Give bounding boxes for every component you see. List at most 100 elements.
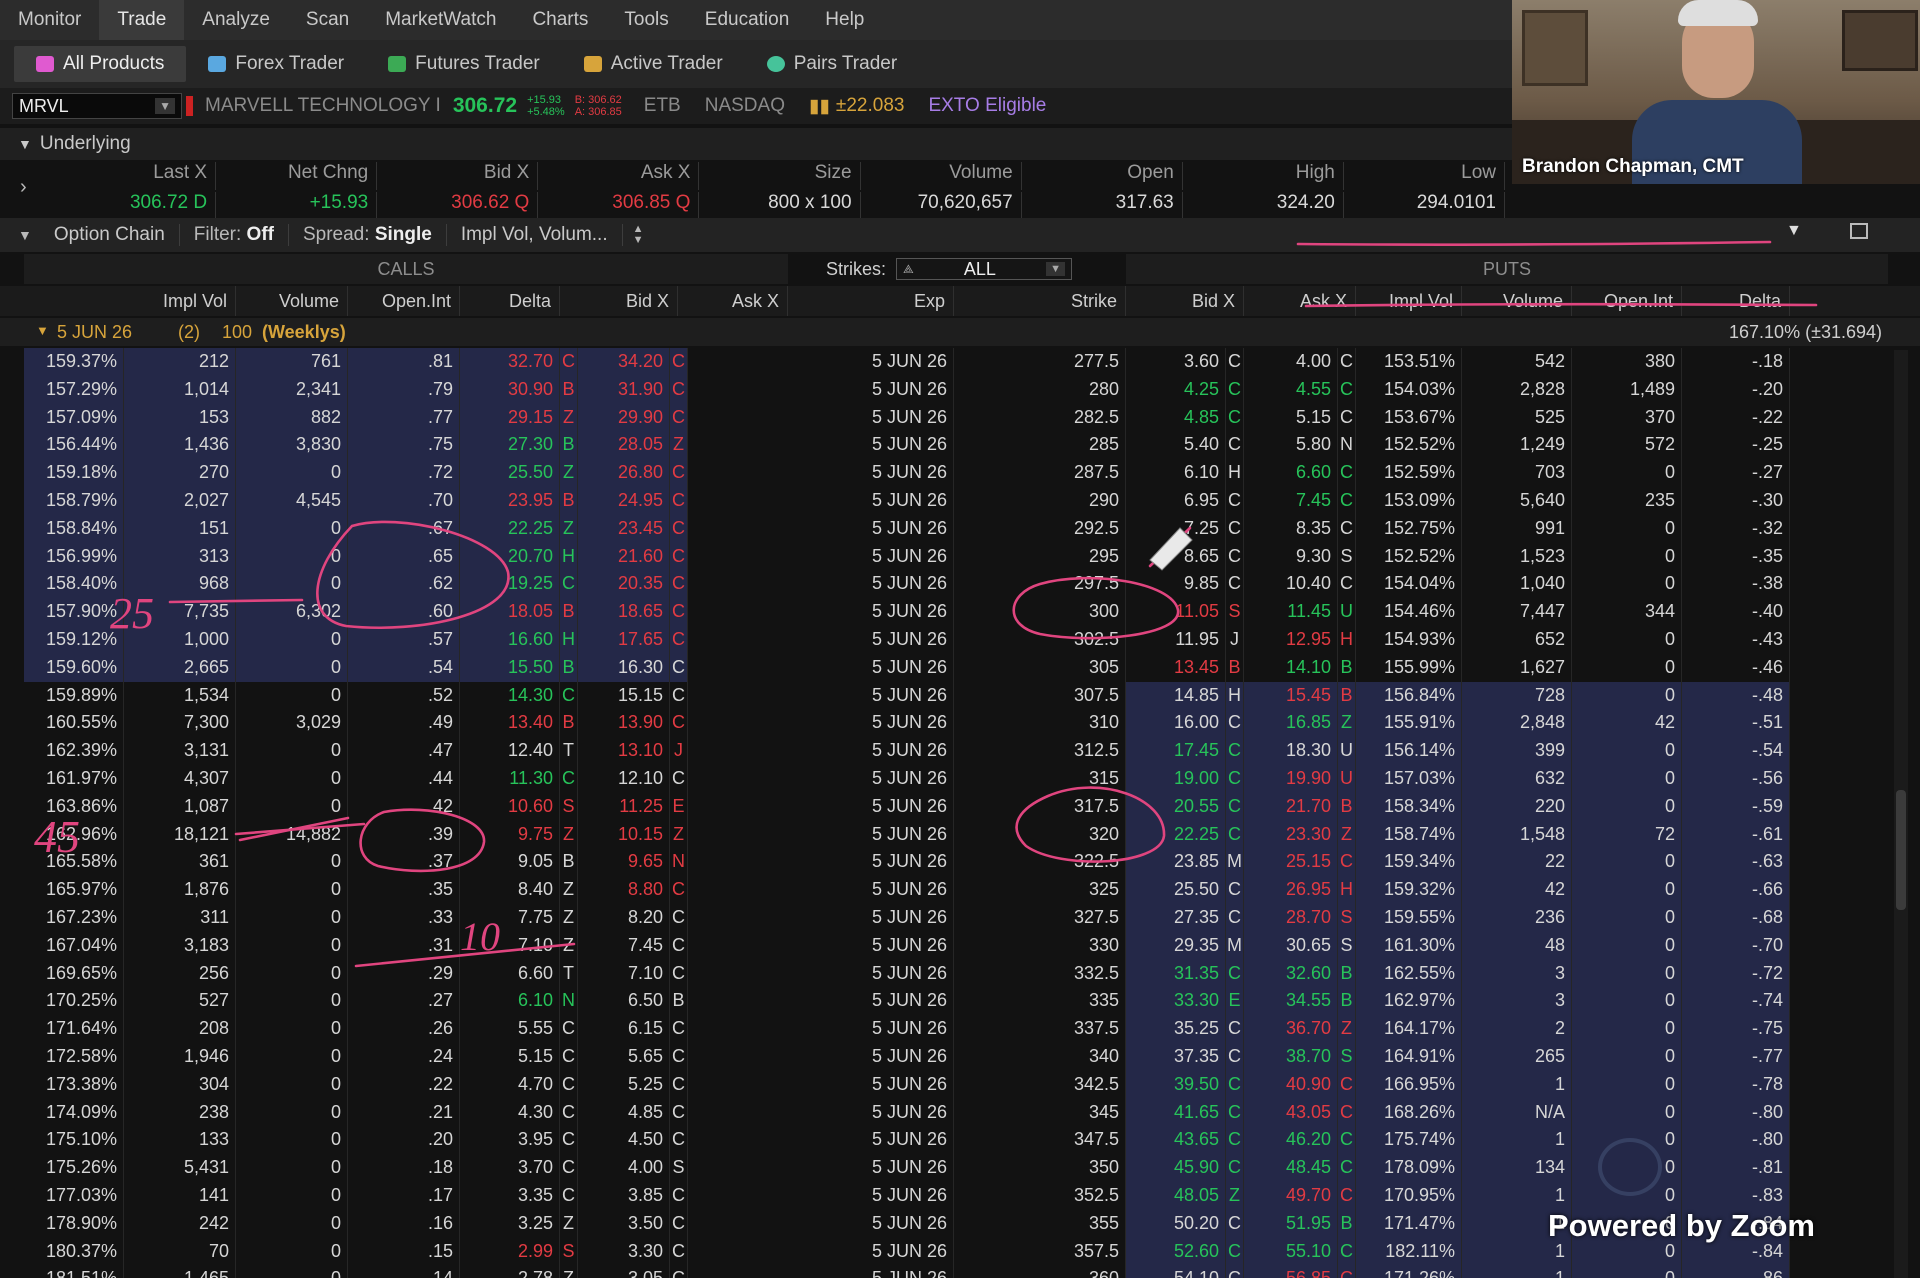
- menu-marketwatch[interactable]: MarketWatch: [367, 0, 514, 40]
- call-ask[interactable]: 16.30: [578, 653, 670, 682]
- call-bid[interactable]: 7.75: [460, 904, 560, 932]
- put-ask[interactable]: 21.70: [1244, 792, 1338, 821]
- subtab-active-trader[interactable]: Active Trader: [562, 46, 745, 82]
- table-row[interactable]: 170.25% 527 0.27 6.10 N 6.50 B 5 JUN 26 335 33.30…: [0, 987, 1920, 1016]
- put-bid[interactable]: 20.55: [1126, 792, 1226, 821]
- put-bid[interactable]: 19.00: [1126, 765, 1226, 793]
- chevron-right-icon[interactable]: ›: [20, 176, 27, 199]
- call-bid[interactable]: 15.50: [460, 653, 560, 682]
- call-bid[interactable]: 30.90: [460, 375, 560, 404]
- call-bid[interactable]: 19.25: [460, 570, 560, 599]
- table-row[interactable]: 160.55% 7,300 3,029.49 13.40 B 13.90 C 5 JUN 26…: [0, 709, 1920, 738]
- put-bid[interactable]: 25.50: [1126, 876, 1226, 904]
- call-bid[interactable]: 4.70: [460, 1070, 560, 1099]
- menu-tools[interactable]: Tools: [606, 0, 686, 40]
- chevron-down-icon[interactable]: ▼: [155, 98, 175, 114]
- call-bid[interactable]: 14.30: [460, 681, 560, 710]
- call-ask[interactable]: 11.25: [578, 792, 670, 821]
- underlying-section-header[interactable]: ▼ Underlying: [0, 128, 1512, 160]
- table-row[interactable]: 171.64% 208 0.26 5.55 C 6.15 C 5 JUN 26 337.5 35.…: [0, 1015, 1920, 1043]
- put-ask[interactable]: 36.70: [1244, 1015, 1338, 1043]
- header-put-ask[interactable]: Ask X: [1244, 286, 1356, 316]
- call-ask[interactable]: 4.00: [578, 1154, 670, 1182]
- put-ask[interactable]: 23.30: [1244, 820, 1338, 849]
- put-bid[interactable]: 16.00: [1126, 709, 1226, 738]
- menu-education[interactable]: Education: [687, 0, 808, 40]
- scrollbar-thumb[interactable]: [1896, 790, 1906, 910]
- put-ask[interactable]: 4.55: [1244, 375, 1338, 404]
- call-ask[interactable]: 6.50: [578, 987, 670, 1016]
- subtab-all-products[interactable]: All Products: [14, 46, 187, 82]
- chevron-down-icon[interactable]: ▼: [36, 323, 49, 338]
- chevron-down-icon[interactable]: ▼: [0, 136, 40, 152]
- call-ask[interactable]: 3.05: [578, 1265, 670, 1278]
- call-bid[interactable]: 23.95: [460, 487, 560, 515]
- table-row[interactable]: 159.89% 1,534 0.52 14.30 C 15.15 C 5 JUN 26 307.…: [0, 681, 1920, 710]
- call-bid[interactable]: 11.30: [460, 765, 560, 793]
- table-row[interactable]: 158.79% 2,027 4,545.70 23.95 B 24.95 C 5 JUN 26…: [0, 487, 1920, 515]
- call-ask[interactable]: 31.90: [578, 375, 670, 404]
- put-bid[interactable]: 33.30: [1126, 987, 1226, 1016]
- put-ask[interactable]: 43.05: [1244, 1098, 1338, 1127]
- subtab-forex-trader[interactable]: Forex Trader: [186, 46, 366, 82]
- put-bid[interactable]: 11.05: [1126, 598, 1226, 626]
- call-ask[interactable]: 8.20: [578, 904, 670, 932]
- filter-dropdown[interactable]: Filter: Off: [180, 224, 289, 246]
- table-row[interactable]: 169.65% 256 0.29 6.60 T 7.10 C 5 JUN 26 332.5 31.…: [0, 959, 1920, 988]
- put-bid[interactable]: 50.20: [1126, 1209, 1226, 1238]
- put-bid[interactable]: 52.60: [1126, 1237, 1226, 1266]
- table-row[interactable]: 167.04% 3,183 0.31 7.10 Z 7.45 C 5 JUN 26 330 29.…: [0, 931, 1920, 960]
- put-bid[interactable]: 22.25: [1126, 820, 1226, 849]
- header-call-impl-vol[interactable]: Impl Vol: [24, 286, 236, 316]
- call-bid[interactable]: 29.15: [460, 403, 560, 432]
- put-ask[interactable]: 7.45: [1244, 487, 1338, 515]
- call-ask[interactable]: 4.50: [578, 1126, 670, 1155]
- put-ask[interactable]: 6.60: [1244, 459, 1338, 487]
- put-bid[interactable]: 8.65: [1126, 542, 1226, 571]
- put-ask[interactable]: 51.95: [1244, 1209, 1338, 1238]
- call-ask[interactable]: 21.60: [578, 542, 670, 571]
- put-bid[interactable]: 5.40: [1126, 431, 1226, 460]
- subtab-pairs-trader[interactable]: Pairs Trader: [745, 46, 919, 82]
- subtab-futures-trader[interactable]: Futures Trader: [366, 46, 562, 82]
- call-bid[interactable]: 32.70: [460, 348, 560, 376]
- table-row[interactable]: 159.18% 270 0.72 25.50 Z 26.80 C 5 JUN 26 287.5 6…: [0, 459, 1920, 487]
- call-bid[interactable]: 3.95: [460, 1126, 560, 1155]
- call-bid[interactable]: 25.50: [460, 459, 560, 487]
- put-bid[interactable]: 35.25: [1126, 1015, 1226, 1043]
- popout-icon[interactable]: [1850, 223, 1868, 239]
- header-strike[interactable]: Strike: [954, 286, 1126, 316]
- call-bid[interactable]: 13.40: [460, 709, 560, 738]
- put-ask[interactable]: 12.95: [1244, 626, 1338, 654]
- put-ask[interactable]: 8.35: [1244, 514, 1338, 543]
- header-put-volume[interactable]: Volume: [1462, 286, 1572, 316]
- put-bid[interactable]: 4.85: [1126, 403, 1226, 432]
- call-bid[interactable]: 2.78: [460, 1265, 560, 1278]
- table-row[interactable]: 158.84% 151 0.67 22.25 Z 23.45 C 5 JUN 26 292.5 7…: [0, 514, 1920, 543]
- menu-scan[interactable]: Scan: [288, 0, 367, 40]
- header-expiration[interactable]: Exp: [788, 286, 954, 316]
- put-bid[interactable]: 45.90: [1126, 1154, 1226, 1182]
- put-ask[interactable]: 15.45: [1244, 681, 1338, 710]
- call-bid[interactable]: 6.60: [460, 959, 560, 988]
- call-ask[interactable]: 3.50: [578, 1209, 670, 1238]
- table-row[interactable]: 157.90% 7,735 6,302.60 18.05 B 18.65 C 5 JUN 26…: [0, 598, 1920, 626]
- call-bid[interactable]: 22.25: [460, 514, 560, 543]
- put-ask[interactable]: 56.85: [1244, 1265, 1338, 1278]
- put-bid[interactable]: 9.85: [1126, 570, 1226, 599]
- put-ask[interactable]: 11.45: [1244, 598, 1338, 626]
- put-ask[interactable]: 5.15: [1244, 403, 1338, 432]
- menu-monitor[interactable]: Monitor: [0, 0, 99, 40]
- put-ask[interactable]: 19.90: [1244, 765, 1338, 793]
- put-bid[interactable]: 6.10: [1126, 459, 1226, 487]
- put-bid[interactable]: 39.50: [1126, 1070, 1226, 1099]
- call-bid[interactable]: 3.35: [460, 1182, 560, 1210]
- table-row[interactable]: 159.12% 1,000 0.57 16.60 H 17.65 C 5 JUN 26 302.…: [0, 626, 1920, 654]
- stepper-down-icon[interactable]: ▼: [633, 235, 644, 246]
- call-ask[interactable]: 10.15: [578, 820, 670, 849]
- header-call-delta[interactable]: Delta: [460, 286, 560, 316]
- chevron-down-icon[interactable]: ▼: [0, 227, 40, 243]
- put-ask[interactable]: 30.65: [1244, 931, 1338, 960]
- put-ask[interactable]: 18.30: [1244, 737, 1338, 765]
- table-row[interactable]: 158.40% 968 0.62 19.25 C 20.35 C 5 JUN 26 297.5 9…: [0, 570, 1920, 599]
